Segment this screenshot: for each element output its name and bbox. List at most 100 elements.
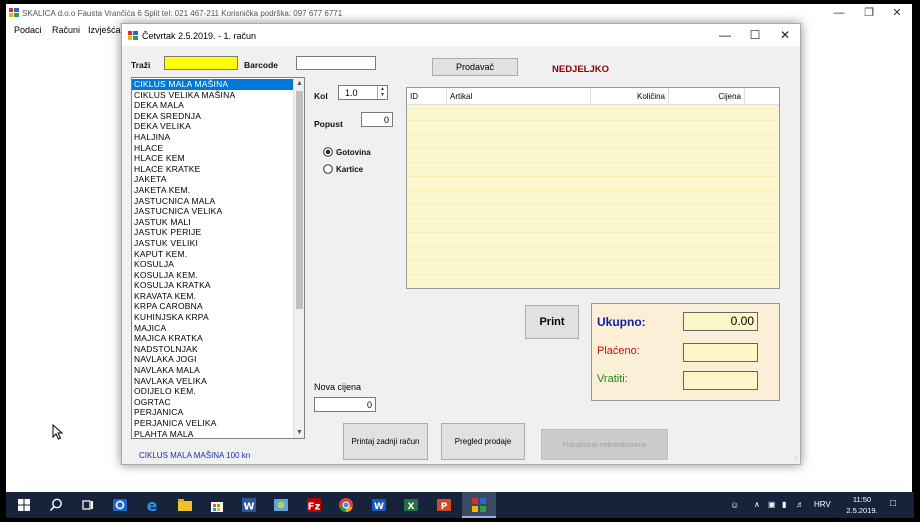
list-item[interactable]: HLACE [132, 143, 294, 154]
grid-header-cijena[interactable]: Cijena [669, 88, 745, 105]
desktop: SKALICA d.o.o Fausta Vrančića 6 Split te… [6, 4, 912, 492]
list-item[interactable]: MAJICA [132, 323, 294, 334]
restore-button[interactable]: ❐ [854, 5, 884, 21]
list-item[interactable]: HALJINA [132, 132, 294, 143]
active-app-highlight[interactable] [462, 492, 496, 518]
list-item[interactable]: JASTUK VELIKI [132, 238, 294, 249]
list-item[interactable]: JAKETA KEM. [132, 185, 294, 196]
popust-input[interactable]: 0 [361, 112, 393, 127]
scroll-thumb[interactable] [296, 91, 303, 309]
list-item[interactable]: JASTUCNICA VELIKA [132, 206, 294, 217]
list-item[interactable]: PERJANICA VELIKA [132, 418, 294, 429]
volume-icon[interactable]: ♬ [796, 500, 804, 509]
task-view-icon[interactable] [79, 496, 97, 514]
scroll-down-icon[interactable]: ▼ [294, 427, 304, 438]
list-item[interactable]: HLACE KEM [132, 153, 294, 164]
grid-header-id[interactable]: ID [407, 88, 447, 105]
list-item[interactable]: KRPA CAROBNA [132, 301, 294, 312]
list-item[interactable]: DEKA SREDNJA [132, 111, 294, 122]
store-icon[interactable] [208, 496, 226, 514]
close-button[interactable]: ✕ [882, 5, 912, 21]
photos-icon[interactable] [272, 496, 290, 514]
scroll-up-icon[interactable]: ▲ [294, 78, 304, 89]
list-item[interactable]: HLACE KRATKE [132, 164, 294, 175]
list-item[interactable]: ODIJELO KEM. [132, 386, 294, 397]
windows-start-icon[interactable] [15, 496, 33, 514]
menu-racuni[interactable]: Računi [52, 25, 80, 35]
printaj-zadnji-racun-button[interactable]: Printaj zadnji račun [343, 423, 428, 460]
menu-podaci[interactable]: Podaci [14, 25, 42, 35]
list-item[interactable]: PLAHTA MALA [132, 429, 294, 438]
product-list-scrollbar[interactable]: ▲ ▼ [293, 78, 304, 438]
seller-button[interactable]: Prodavač [432, 58, 518, 76]
popust-label: Popust [314, 119, 343, 129]
resize-grip-icon[interactable]: ⁙ [793, 455, 799, 463]
search-icon[interactable] [47, 496, 65, 514]
dialog-app-icon [128, 31, 138, 40]
dialog-maximize-button[interactable]: ☐ [740, 26, 770, 44]
app-icon [9, 8, 19, 17]
placeno-input[interactable] [683, 343, 758, 362]
filezilla-icon[interactable]: Fz [305, 496, 323, 514]
list-item[interactable]: MAJICA KRATKA [132, 333, 294, 344]
product-list[interactable]: CIKLUS MALA MAŠINA CIKLUS VELIKA MAŠINA DE… [131, 77, 305, 439]
list-item[interactable]: KOSULJA KEM. [132, 270, 294, 281]
list-item[interactable]: PERJANICA [132, 407, 294, 418]
grid-header-artikal[interactable]: Artikal [447, 88, 591, 105]
svg-text:X: X [408, 502, 415, 512]
word-icon[interactable]: W [240, 496, 258, 514]
list-item[interactable]: JAKETA [132, 174, 294, 185]
sale-dialog: Četvrtak 2.5.2019. - 1. račun — ☐ ✕ Traž… [121, 23, 801, 465]
list-item[interactable]: KUHINJSKA KRPA [132, 312, 294, 323]
list-item[interactable]: NAVLAKA VELIKA [132, 376, 294, 387]
nova-cijena-input[interactable]: 0 [314, 397, 376, 412]
menu-izvjesca[interactable]: Izvješća [88, 25, 121, 35]
grid-row-line [407, 246, 779, 247]
list-item[interactable]: JASTUCNICA MALA [132, 196, 294, 207]
outlook-icon[interactable] [111, 496, 129, 514]
dialog-close-button[interactable]: ✕ [770, 26, 800, 44]
notification-icon[interactable]: □ [890, 498, 896, 509]
grid-row-line [407, 190, 779, 191]
radio-selected-icon [323, 147, 333, 157]
list-item[interactable]: KOSULJA KRATKA [132, 280, 294, 291]
people-icon[interactable]: ☺ [730, 500, 739, 510]
list-item[interactable]: KOSULJA [132, 259, 294, 270]
print-button[interactable]: Print [525, 305, 579, 339]
list-item[interactable]: KRAVATA KEM. [132, 291, 294, 302]
list-item[interactable]: DEKA MALA [132, 100, 294, 111]
excel-icon[interactable]: X [402, 496, 420, 514]
battery-icon[interactable]: ▮ [782, 500, 786, 509]
powerpoint-icon[interactable]: P [435, 496, 453, 514]
network-icon[interactable]: ▣ [768, 500, 776, 509]
kol-stepper[interactable]: 1.0 ▲ ▼ [338, 85, 388, 100]
word-doc-icon[interactable]: W [370, 496, 388, 514]
svg-text:e: e [147, 496, 158, 514]
list-item[interactable]: KAPUT KEM. [132, 249, 294, 260]
list-item[interactable]: CIKLUS VELIKA MAŠINA [132, 90, 294, 101]
list-item[interactable]: JASTUK MALI [132, 217, 294, 228]
svg-text:W: W [243, 502, 254, 513]
taskbar-clock[interactable]: 11:50 2.5.2019. [842, 494, 882, 516]
chrome-icon[interactable] [337, 496, 355, 514]
dialog-minimize-button[interactable]: — [710, 26, 740, 44]
pregled-prodaje-button[interactable]: Pregled prodaje [441, 423, 525, 460]
stepper-arrows-icon[interactable]: ▲ ▼ [377, 86, 387, 99]
list-item[interactable]: OGRTAC [132, 397, 294, 408]
fiskaliziraj-button: Fiskaliziraj nefiskalizirane [541, 429, 668, 460]
grid-header-kolicina[interactable]: Količina [591, 88, 669, 105]
list-item[interactable]: NADSTOLNJAK [132, 344, 294, 355]
list-item[interactable]: NAVLAKA MALA [132, 365, 294, 376]
list-item[interactable]: CIKLUS MALA MAŠINA [132, 79, 294, 90]
list-item[interactable]: JASTUK PERIJE [132, 227, 294, 238]
language-indicator[interactable]: HRV [814, 500, 831, 509]
list-item[interactable]: NAVLAKA JOGI [132, 354, 294, 365]
list-item[interactable]: DEKA VELIKA [132, 121, 294, 132]
edge-icon[interactable]: e [143, 496, 161, 514]
tray-chevron-up-icon[interactable]: ∧ [754, 500, 760, 509]
file-explorer-icon[interactable] [176, 496, 194, 514]
barcode-input[interactable] [296, 56, 376, 70]
minimize-button[interactable]: — [824, 5, 854, 21]
search-input[interactable] [164, 56, 238, 70]
receipt-items-grid[interactable]: ID Artikal Količina Cijena [406, 87, 780, 289]
